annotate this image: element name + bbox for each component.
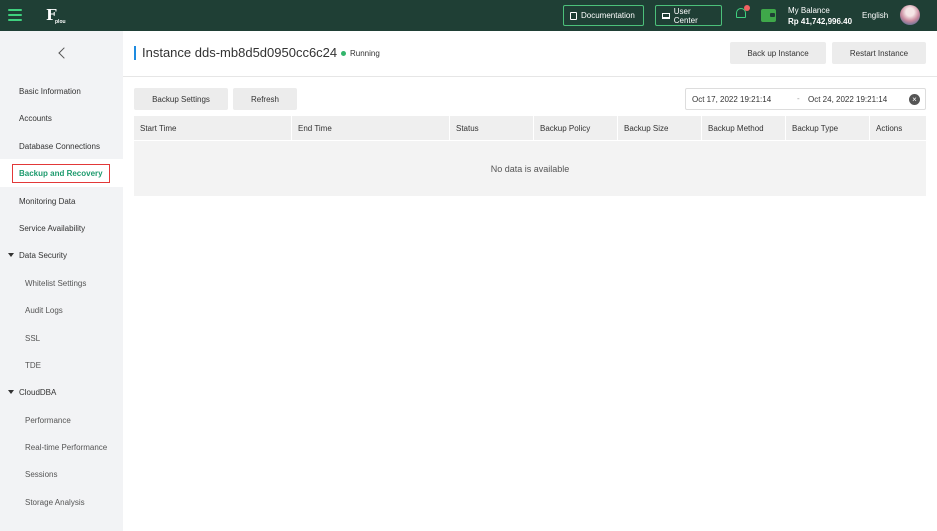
backup-table: Start Time End Time Status Backup Policy… <box>134 116 926 196</box>
sidebar-item-backup-and-recovery[interactable]: Backup and Recovery <box>0 159 123 187</box>
empty-state: No data is available <box>490 163 570 174</box>
column-end-time: End Time <box>292 116 450 141</box>
sidebar-item-whitelist-settings[interactable]: Whitelist Settings <box>0 272 123 294</box>
column-backup-method: Backup Method <box>702 116 786 141</box>
sidebar-item-accounts[interactable]: Accounts <box>0 107 123 129</box>
documentation-button[interactable]: Documentation <box>563 5 644 26</box>
refresh-button[interactable]: Refresh <box>233 88 297 110</box>
sidebar-item-sessions[interactable]: Sessions <box>0 463 123 485</box>
sidebar-group-data-security[interactable]: Data Security <box>0 244 123 266</box>
column-backup-type: Backup Type <box>786 116 870 141</box>
status-badge: Running <box>341 49 380 58</box>
avatar[interactable] <box>900 5 920 25</box>
sidebar-item-basic-information[interactable]: Basic Information <box>0 80 123 102</box>
sidebar-item-tde[interactable]: TDE <box>0 354 123 376</box>
column-status: Status <box>450 116 534 141</box>
date-from-input[interactable]: Oct 17, 2022 19:21:14 <box>692 95 771 104</box>
main-content: Instance dds-mb8d5d0950cc6c24 Running Ba… <box>123 31 937 531</box>
top-bar: F plou Documentation User Center My Bala… <box>0 0 937 31</box>
running-dot-icon <box>341 51 346 56</box>
sidebar-item-ssl[interactable]: SSL <box>0 327 123 349</box>
sidebar-item-service-availability[interactable]: Service Availability <box>0 217 123 239</box>
title-accent-bar <box>134 46 136 60</box>
sidebar-item-monitoring-data[interactable]: Monitoring Data <box>0 190 123 212</box>
column-backup-policy: Backup Policy <box>534 116 618 141</box>
monitor-icon <box>662 12 670 19</box>
caret-down-icon <box>8 390 14 394</box>
page-title: Instance dds-mb8d5d0950cc6c24 <box>142 45 338 60</box>
user-center-button[interactable]: User Center <box>655 5 722 26</box>
notification-bell-icon[interactable] <box>736 5 750 20</box>
back-button[interactable] <box>0 31 123 74</box>
clear-icon[interactable]: × <box>909 94 920 105</box>
balance-amount: Rp 41,742,996.40 <box>788 17 853 26</box>
menu-icon[interactable] <box>8 9 22 21</box>
column-start-time: Start Time <box>134 116 292 141</box>
chevron-left-icon <box>57 46 70 59</box>
backup-settings-button[interactable]: Backup Settings <box>134 88 228 110</box>
sidebar-item-storage-analysis[interactable]: Storage Analysis <box>0 491 123 513</box>
sidebar-group-clouddba[interactable]: CloudDBA <box>0 381 123 403</box>
date-separator: - <box>797 94 800 103</box>
sidebar-item-performance[interactable]: Performance <box>0 409 123 431</box>
logo[interactable]: F plou <box>46 6 68 26</box>
notification-badge <box>744 5 750 11</box>
sidebar-item-audit-logs[interactable]: Audit Logs <box>0 299 123 321</box>
balance[interactable]: My Balance Rp 41,742,996.40 <box>788 5 852 27</box>
column-actions: Actions <box>876 124 903 133</box>
caret-down-icon <box>8 253 14 257</box>
back-up-instance-button[interactable]: Back up Instance <box>730 42 826 64</box>
instance-header: Instance dds-mb8d5d0950cc6c24 Running Ba… <box>123 31 937 77</box>
wallet-icon[interactable] <box>761 9 776 22</box>
balance-label: My Balance <box>788 6 830 15</box>
date-to-input[interactable]: Oct 24, 2022 19:21:14 <box>808 95 887 104</box>
table-header: Start Time End Time Status Backup Policy… <box>134 116 926 141</box>
sidebar-item-real-time-performance[interactable]: Real-time Performance <box>0 436 123 458</box>
date-range-picker[interactable]: Oct 17, 2022 19:21:14 - Oct 24, 2022 19:… <box>685 88 926 110</box>
document-icon <box>570 11 577 20</box>
sidebar: Basic Information Accounts Database Conn… <box>0 31 123 531</box>
column-backup-size: Backup Size <box>618 116 702 141</box>
language-selector[interactable]: English <box>862 11 888 20</box>
sidebar-item-database-connections[interactable]: Database Connections <box>0 135 123 157</box>
restart-instance-button[interactable]: Restart Instance <box>832 42 926 64</box>
